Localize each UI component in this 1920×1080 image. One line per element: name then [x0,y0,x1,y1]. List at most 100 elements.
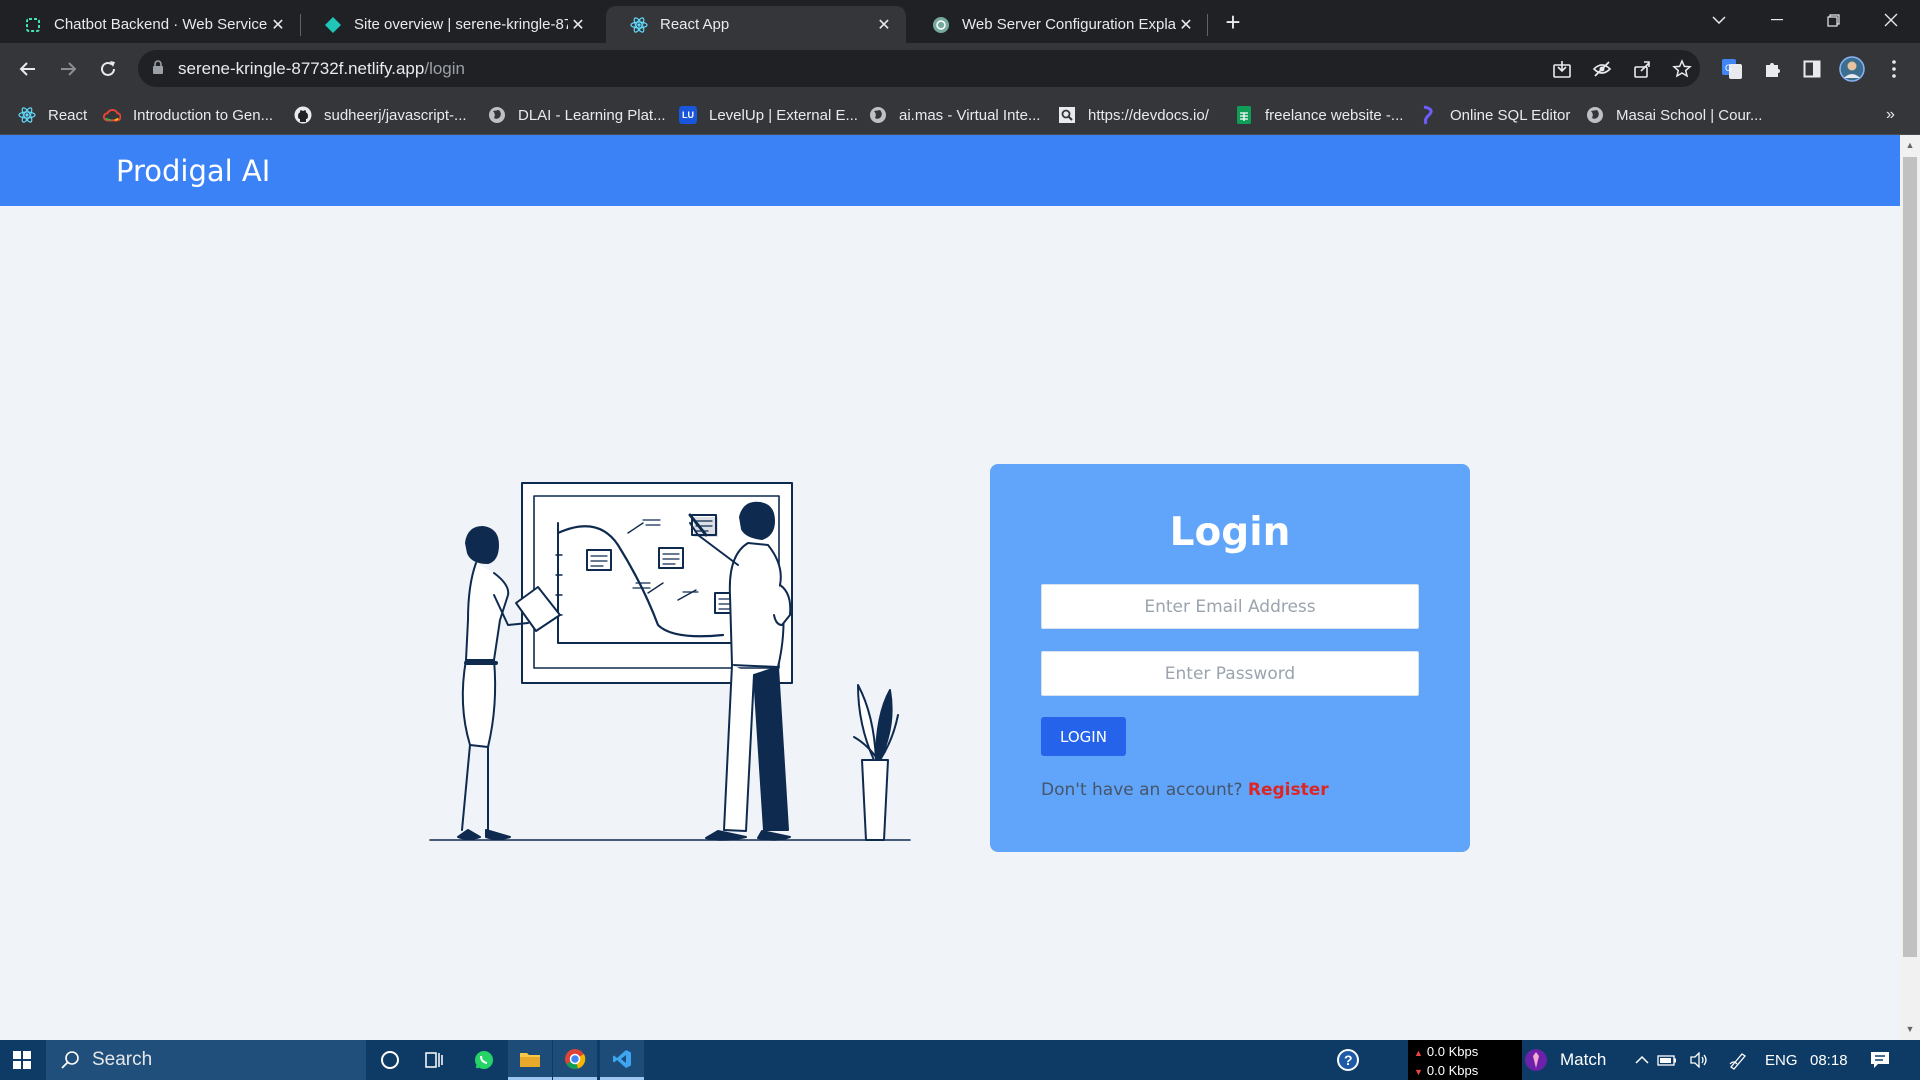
bookmark-label: Masai School | Cour... [1616,106,1763,124]
taskbar-search-label: Search [92,1049,153,1070]
match-widget-label[interactable]: Match [1560,1050,1606,1070]
whatsapp-icon[interactable] [462,1040,506,1080]
bookmark-sql-editor[interactable]: Online SQL Editor [1420,104,1570,126]
scrollbar-thumb[interactable] [1903,157,1917,957]
presentation-illustration [428,475,913,855]
login-card: Login LOGIN Don't have an account? Regis… [990,464,1470,852]
tab-react-app[interactable]: React App ✕ [606,6,906,43]
minimize-window-icon[interactable] [1754,0,1800,40]
tab-web-server-config[interactable]: Web Server Configuration Explan ✕ [908,6,1208,43]
bookmark-dlai[interactable]: DLAI - Learning Plat... [488,104,666,126]
close-tab-icon[interactable]: ✕ [874,15,894,35]
lock-icon[interactable] [152,60,164,80]
bookmark-levelup[interactable]: LU LevelUp | External E... [679,104,858,126]
no-account-text: Don't have an account? [1041,780,1243,800]
sheets-icon [1235,106,1253,124]
bookmark-label: LevelUp | External E... [709,106,858,124]
notifications-icon[interactable] [1858,1040,1902,1080]
url-path: /login [424,59,465,78]
tab-divider [1207,14,1208,36]
browser-menu-kebab-icon[interactable] [1880,55,1908,83]
net-download-speed: 0.0 Kbps [1426,1063,1479,1078]
restore-window-icon[interactable] [1810,0,1856,40]
cortana-circle-icon[interactable] [368,1040,412,1080]
close-window-icon[interactable] [1868,0,1914,40]
page-viewport: Prodigal AI Login Enter Email Address LO… [0,135,1900,1040]
bookmark-label: Introduction to Gen... [133,106,274,124]
input-language[interactable]: ENG [1765,1052,1798,1069]
close-tab-icon[interactable]: ✕ [268,15,288,35]
side-panel-icon[interactable] [1798,55,1826,83]
bookmark-aimas[interactable]: ai.mas - Virtual Inte... [869,104,1040,126]
bookmark-label: freelance website -... [1265,106,1404,124]
more-bookmarks-chevron[interactable]: » [1886,104,1895,126]
back-arrow-icon[interactable] [12,53,44,85]
brand-title[interactable]: Prodigal AI [116,154,270,188]
bookmark-devdocs[interactable]: https://devdocs.io/ [1058,104,1209,126]
share-icon[interactable] [1628,55,1656,83]
svg-text:?: ? [1344,1052,1353,1068]
upload-arrow-icon: ▲ [1414,1048,1423,1058]
password-input[interactable] [1041,651,1419,696]
chrome-icon[interactable] [553,1040,597,1080]
search-icon [60,1050,80,1070]
scroll-down-arrow-icon[interactable]: ▼ [1905,1024,1915,1034]
bookmark-label: sudheerj/javascript-... [324,106,467,124]
bookmark-label: DLAI - Learning Plat... [518,106,666,124]
bookmark-star-icon[interactable] [1668,55,1696,83]
clock-time[interactable]: 08:18 [1810,1052,1848,1069]
login-button[interactable]: LOGIN [1041,717,1126,756]
app-navbar: Prodigal AI [0,135,1900,206]
bookmark-label: Online SQL Editor [1450,106,1571,124]
google-translate-icon[interactable]: G [1718,55,1746,83]
url-host: serene-kringle-87732f.netlify.app [178,59,425,78]
battery-icon[interactable] [1651,1040,1683,1080]
help-tips-icon[interactable]: ? [1326,1040,1370,1080]
new-tab-button[interactable]: + [1219,9,1247,37]
reload-icon[interactable] [92,53,124,85]
email-input[interactable] [1041,584,1419,629]
profile-avatar-icon[interactable] [1838,55,1866,83]
render-icon [24,16,42,34]
windows-start-icon[interactable] [0,1040,44,1080]
netlify-icon [324,16,342,34]
bookmark-sudheerj[interactable]: sudheerj/javascript-... [294,104,467,126]
scroll-up-arrow-icon[interactable]: ▲ [1905,140,1915,150]
volume-speaker-icon[interactable] [1683,1040,1715,1080]
pen-workspace-icon[interactable] [1720,1040,1756,1080]
register-prompt: Don't have an account? Register [1041,780,1329,800]
react-icon [630,16,648,34]
close-tab-icon[interactable]: ✕ [568,15,588,35]
devdocs-icon [1058,106,1076,124]
tab-site-overview[interactable]: Site overview | serene-kringle-877 ✕ [300,6,600,43]
page-scrollbar[interactable]: ▲ ▼ [1900,135,1920,1040]
tab-title: Chatbot Backend · Web Service [54,16,268,33]
address-bar[interactable]: serene-kringle-87732f.netlify.app/login [138,50,1700,87]
illustration-svg [429,482,911,841]
bookmark-masai[interactable]: Masai School | Cour... [1586,104,1762,126]
close-tab-icon[interactable]: ✕ [1176,15,1196,35]
levelup-icon: LU [679,106,697,124]
bookmark-freelance[interactable]: freelance website -... [1235,104,1403,126]
tab-title: Web Server Configuration Explan [962,16,1176,33]
bookmark-label: React [48,106,88,124]
file-explorer-icon[interactable] [508,1040,552,1080]
chatgpt-icon [932,16,950,34]
github-icon [294,106,312,124]
tab-search-chevron-icon[interactable] [1696,0,1742,40]
eye-slash-icon[interactable] [1588,55,1616,83]
network-speed-widget: ▲ 0.0 Kbps ▼ 0.0 Kbps [1408,1040,1522,1080]
vscode-icon[interactable] [600,1040,644,1080]
tab-chatbot-backend[interactable]: Chatbot Backend · Web Service ✕ [0,6,300,43]
taskbar-search-box[interactable]: Search [46,1040,366,1080]
forward-arrow-icon[interactable] [52,53,84,85]
browser-toolbar: serene-kringle-87732f.netlify.app/login … [0,43,1920,94]
task-view-icon[interactable] [412,1040,456,1080]
cricket-match-icon[interactable] [1514,1040,1558,1080]
bookmark-intro-gen[interactable]: Introduction to Gen... [103,104,273,126]
globe-icon [1586,106,1604,124]
register-link[interactable]: Register [1248,780,1329,800]
install-app-icon[interactable] [1548,55,1576,83]
bookmark-react[interactable]: React [18,104,87,126]
extensions-puzzle-icon[interactable] [1758,55,1786,83]
